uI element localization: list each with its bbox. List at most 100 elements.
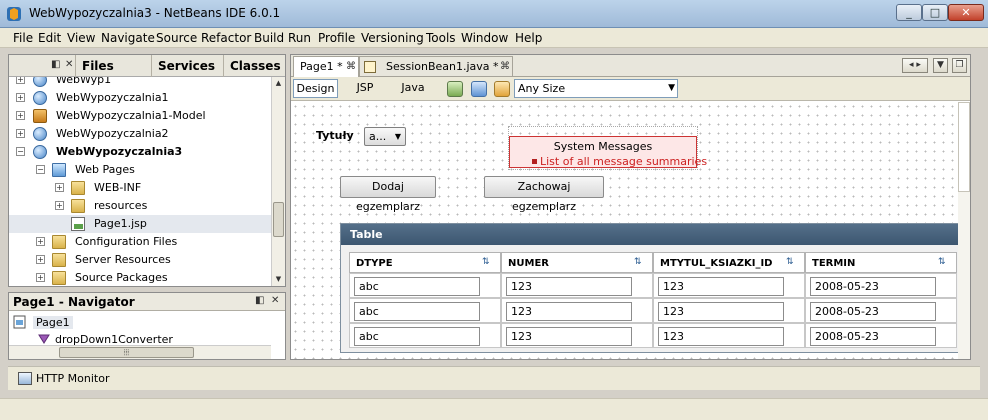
tab-sessionbean1[interactable]: SessionBean1.java * ⌘ <box>359 56 513 77</box>
column-header-termin[interactable]: TERMIN ⇅ <box>805 252 957 273</box>
navigator-title: Page1 - Navigator <box>13 295 135 309</box>
show-virtual-forms-icon[interactable] <box>494 81 510 97</box>
expand-icon[interactable]: + <box>16 93 25 102</box>
expand-icon[interactable]: + <box>55 183 64 192</box>
cell-input[interactable]: 123 <box>506 327 632 346</box>
menu-build[interactable]: Build <box>254 31 284 45</box>
tab-services[interactable]: Services <box>151 55 223 77</box>
refresh-icon[interactable] <box>471 81 487 97</box>
close-tab-icon[interactable]: ⌘ <box>346 57 356 77</box>
jsp-view-button[interactable]: JSP <box>349 79 381 98</box>
cell-input[interactable]: 123 <box>506 277 632 296</box>
design-view-button[interactable]: Design <box>293 79 338 98</box>
sort-icon[interactable]: ⇅ <box>634 257 642 267</box>
column-header-dtype[interactable]: DTYPE ⇅ <box>349 252 501 273</box>
tab-files[interactable]: Files <box>75 55 151 77</box>
close-panel-icon[interactable]: ✕ <box>65 59 73 70</box>
expand-icon[interactable]: + <box>16 111 25 120</box>
menu-run[interactable]: Run <box>288 31 311 45</box>
close-panel-icon[interactable]: ✕ <box>271 295 279 306</box>
minimize-button[interactable]: _ <box>896 4 922 21</box>
collapse-icon[interactable]: − <box>36 165 45 174</box>
menu-file[interactable]: File <box>13 31 33 45</box>
maximize-button[interactable]: □ <box>922 4 948 21</box>
projects-panel: ◧ ✕ Files Services Classes + WebWyp1 + W… <box>8 54 286 287</box>
column-header-numer[interactable]: NUMER ⇅ <box>501 252 653 273</box>
preview-browser-icon[interactable] <box>447 81 463 97</box>
menu-versioning[interactable]: Versioning <box>361 31 424 45</box>
tab-page1[interactable]: Page1 * ⌘ <box>293 56 359 77</box>
collapse-icon[interactable]: − <box>16 147 25 156</box>
tab-classes[interactable]: Classes <box>223 55 285 77</box>
tree-item[interactable]: − WebWypozyczalnia3 <box>9 143 271 161</box>
design-canvas[interactable]: Tytuły a... ▼ System Messages List of al… <box>291 102 970 359</box>
navigator-hscrollbar[interactable]: ⦙⦙⦙ <box>9 345 271 359</box>
system-messages-box[interactable]: System Messages List of all message summ… <box>509 136 707 168</box>
canvas-scrollbar[interactable] <box>958 102 970 359</box>
cell-input[interactable]: abc <box>354 277 480 296</box>
cell-input[interactable]: 2008-05-23 <box>810 302 936 321</box>
scroll-tabs-icon[interactable]: ◂ ▸ <box>902 58 928 73</box>
menu-view[interactable]: View <box>67 31 95 45</box>
scroll-down-icon[interactable]: ▼ <box>273 273 284 285</box>
expand-icon[interactable]: + <box>36 273 45 282</box>
add-copy-button[interactable]: Dodaj egzemplarz <box>340 176 436 213</box>
tree-item[interactable]: + WebWypozyczalnia1 <box>9 89 271 107</box>
tree-item[interactable]: + WebWypozyczalnia2 <box>9 125 271 143</box>
table-cell: 2008-05-23 <box>805 298 957 323</box>
scroll-up-icon[interactable]: ▲ <box>273 77 284 89</box>
tab-list-icon[interactable]: ▼ <box>933 58 948 73</box>
cell-input[interactable]: 123 <box>658 327 784 346</box>
expand-icon[interactable]: + <box>36 237 45 246</box>
close-button[interactable]: ✕ <box>948 4 984 21</box>
sort-icon[interactable]: ⇅ <box>938 257 946 267</box>
cell-input[interactable]: 123 <box>658 277 784 296</box>
tytuly-dropdown[interactable]: a... ▼ <box>364 127 406 146</box>
target-size-select[interactable]: Any Size ▼ <box>514 79 678 98</box>
data-table[interactable]: Table DTYPE ⇅ NUMER ⇅ MTYTUL_KSIAZKI_ID … <box>340 223 964 353</box>
cell-input[interactable]: abc <box>354 327 480 346</box>
expand-icon[interactable]: + <box>36 255 45 264</box>
tree-item[interactable]: + WebWyp1 <box>9 77 271 89</box>
menu-navigate[interactable]: Navigate <box>101 31 155 45</box>
column-header-mtytul[interactable]: MTYTUL_KSIAZKI_ID ⇅ <box>653 252 805 273</box>
scroll-thumb[interactable]: ⦙⦙⦙ <box>59 347 194 358</box>
tree-item[interactable]: + WEB-INF <box>9 179 271 197</box>
java-view-button[interactable]: Java <box>395 79 431 98</box>
expand-icon[interactable]: + <box>55 201 64 210</box>
cell-input[interactable]: 123 <box>506 302 632 321</box>
expand-icon[interactable]: + <box>16 77 25 84</box>
dock-icon[interactable]: ◧ <box>255 295 264 306</box>
http-monitor-tab[interactable]: HTTP Monitor <box>36 372 109 385</box>
sort-icon[interactable]: ⇅ <box>786 257 794 267</box>
menu-source[interactable]: Source <box>156 31 197 45</box>
tree-item[interactable]: + Source Packages <box>9 269 271 286</box>
tree-item[interactable]: + resources <box>9 197 271 215</box>
menu-help[interactable]: Help <box>515 31 542 45</box>
navigator-item-page1[interactable]: Page1 <box>33 316 73 329</box>
tree-item[interactable]: + Server Resources <box>9 251 271 269</box>
tree-item[interactable]: + WebWypozyczalnia1-Model <box>9 107 271 125</box>
tree-item-selected[interactable]: Page1.jsp <box>9 215 271 233</box>
tree-scrollbar[interactable]: ▲ ▼ <box>271 77 285 286</box>
scroll-thumb[interactable] <box>958 102 970 192</box>
restore-window-icon[interactable]: ❐ <box>952 58 967 73</box>
close-tab-icon[interactable]: ⌘ <box>500 57 510 77</box>
dock-icon[interactable]: ◧ <box>51 59 60 70</box>
sort-icon[interactable]: ⇅ <box>482 257 490 267</box>
table-cell: 123 <box>653 323 805 348</box>
menu-profile[interactable]: Profile <box>318 31 355 45</box>
save-copy-button[interactable]: Zachowaj egzemplarz <box>484 176 604 213</box>
expand-icon[interactable]: + <box>16 129 25 138</box>
tree-item[interactable]: − Web Pages <box>9 161 271 179</box>
scroll-thumb[interactable] <box>273 202 284 237</box>
menu-window[interactable]: Window <box>461 31 508 45</box>
menu-edit[interactable]: Edit <box>38 31 61 45</box>
tree-item[interactable]: + Configuration Files <box>9 233 271 251</box>
cell-input[interactable]: 2008-05-23 <box>810 277 936 296</box>
cell-input[interactable]: abc <box>354 302 480 321</box>
menu-tools[interactable]: Tools <box>426 31 456 45</box>
menu-refactor[interactable]: Refactor <box>201 31 251 45</box>
cell-input[interactable]: 2008-05-23 <box>810 327 936 346</box>
cell-input[interactable]: 123 <box>658 302 784 321</box>
